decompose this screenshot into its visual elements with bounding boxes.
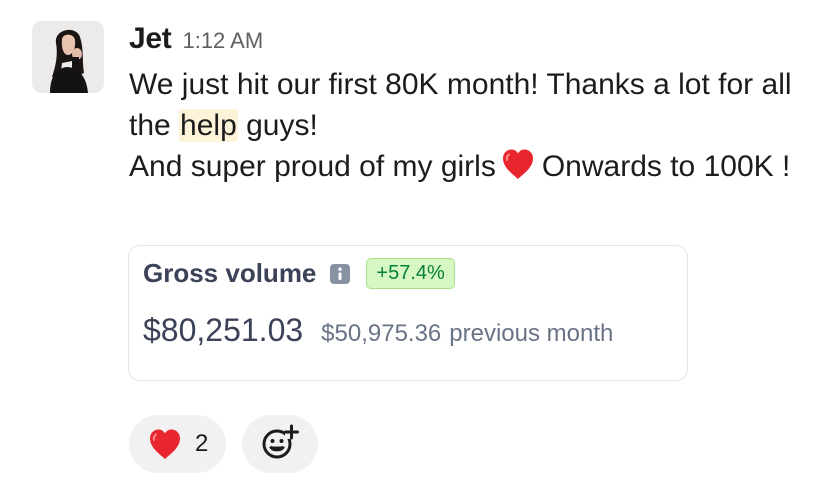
message-paragraph-1: We just hit our first 80K month! Thanks … (129, 64, 809, 146)
reactions-bar: 2 (129, 415, 319, 473)
avatar[interactable] (32, 21, 104, 93)
card-values: $80,251.03 $50,975.36 previous month (143, 312, 613, 349)
avatar-photo (32, 21, 104, 93)
change-badge: +57.4% (366, 258, 455, 289)
highlighted-word: help (179, 109, 238, 142)
card-header: Gross volume +57.4% (143, 258, 455, 289)
card-label: Gross volume (143, 258, 317, 288)
message-header: Jet 1:12 AM (129, 22, 263, 62)
message-text-1-end: guys! (237, 109, 318, 142)
previous-amount: $50,975.36 (321, 320, 442, 347)
message-text-2-end: Onwards to 100K ! (541, 150, 791, 183)
add-reaction-button[interactable] (242, 415, 319, 473)
gross-volume-amount: $80,251.03 (143, 312, 304, 348)
heart-emoji-icon (500, 146, 536, 182)
message-body: We just hit our first 80K month! Thanks … (129, 64, 809, 187)
heart-reaction-button[interactable]: 2 (129, 415, 227, 473)
reaction-count: 2 (195, 430, 209, 457)
author-name[interactable]: Jet (129, 22, 172, 56)
gross-volume-card[interactable]: Gross volume +57.4% $80,251.03 $50,975.3… (128, 245, 688, 381)
heart-icon (147, 426, 183, 462)
message-paragraph-2: And super proud of my girls Onwards to 10… (129, 146, 809, 187)
message-timestamp[interactable]: 1:12 AM (182, 28, 263, 54)
message-text-2: And super proud of my girls (129, 150, 496, 183)
previous-label: previous month (449, 320, 614, 347)
add-reaction-icon (260, 422, 300, 467)
info-icon[interactable] (330, 263, 351, 284)
